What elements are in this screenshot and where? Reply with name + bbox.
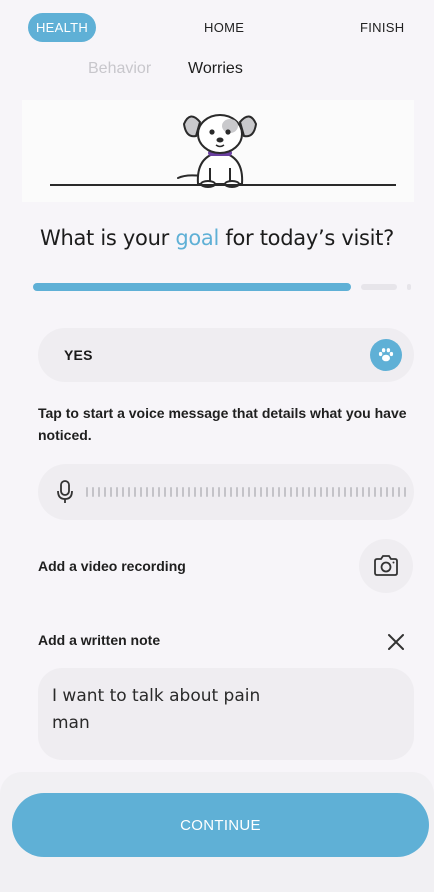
waveform-bar <box>404 487 406 497</box>
waveform-bar <box>170 487 172 497</box>
waveform-bar <box>98 487 100 497</box>
waveform-bar <box>92 487 94 497</box>
microphone-icon[interactable] <box>56 480 74 504</box>
paw-icon[interactable] <box>370 339 402 371</box>
waveform-bar <box>290 487 292 497</box>
note-textarea[interactable]: I want to talk about pain man <box>38 668 414 760</box>
waveform-bar <box>134 487 136 497</box>
waveform-bar <box>350 487 352 497</box>
camera-button[interactable] <box>359 539 413 593</box>
progress-fill <box>33 283 351 291</box>
progress-segment <box>407 284 411 290</box>
waveform-bar <box>194 487 196 497</box>
waveform-bar <box>188 487 190 497</box>
waveform-bar <box>230 487 232 497</box>
waveform-bar <box>146 487 148 497</box>
waveform-bar <box>308 487 310 497</box>
waveform-bar <box>362 487 364 497</box>
waveform-bar <box>260 487 262 497</box>
subtab-behavior[interactable]: Behavior <box>88 60 151 78</box>
camera-icon <box>374 555 398 576</box>
waveform-bar <box>368 487 370 497</box>
subtab-worries[interactable]: Worries <box>188 60 243 78</box>
voice-recorder[interactable] <box>38 464 414 520</box>
waveform-bar <box>164 487 166 497</box>
voice-instructions: Tap to start a voice message that detail… <box>38 405 407 443</box>
progress-segment <box>361 284 397 290</box>
waveform-bar <box>116 487 118 497</box>
waveform-bar <box>242 487 244 497</box>
tab-home[interactable]: HOME <box>204 20 244 35</box>
top-navigation: HEALTH HOME FINISH <box>0 0 434 56</box>
waveform-bar <box>272 487 274 497</box>
waveform-bar <box>206 487 208 497</box>
waveform-bar <box>296 487 298 497</box>
waveform-bar <box>218 487 220 497</box>
waveform-bar <box>152 487 154 497</box>
continue-button[interactable]: CONTINUE <box>12 793 429 857</box>
answer-value: YES <box>64 347 93 363</box>
waveform-bar <box>380 487 382 497</box>
note-label: Add a written note <box>38 632 161 648</box>
ground-line <box>50 184 396 186</box>
waveform-bar <box>122 487 124 497</box>
waveform-bar <box>140 487 142 497</box>
waveform-bar <box>266 487 268 497</box>
waveform-bar <box>224 487 226 497</box>
hero-illustration <box>22 100 414 202</box>
waveform-bar <box>332 487 334 497</box>
waveform-bar <box>392 487 394 497</box>
waveform <box>86 485 406 499</box>
dog-icon <box>177 114 258 188</box>
waveform-bar <box>278 487 280 497</box>
waveform-bar <box>182 487 184 497</box>
tab-finish[interactable]: FINISH <box>360 20 404 35</box>
waveform-bar <box>386 487 388 497</box>
waveform-bar <box>158 487 160 497</box>
waveform-bar <box>302 487 304 497</box>
waveform-bar <box>236 487 238 497</box>
waveform-bar <box>398 487 400 497</box>
question-highlight: goal <box>175 226 220 250</box>
waveform-bar <box>200 487 202 497</box>
progress-bar <box>33 283 411 291</box>
waveform-bar <box>86 487 88 497</box>
waveform-bar <box>128 487 130 497</box>
waveform-bar <box>314 487 316 497</box>
waveform-bar <box>344 487 346 497</box>
waveform-bar <box>254 487 256 497</box>
waveform-bar <box>248 487 250 497</box>
close-icon[interactable] <box>384 630 408 654</box>
waveform-bar <box>104 487 106 497</box>
waveform-bar <box>356 487 358 497</box>
waveform-bar <box>326 487 328 497</box>
waveform-bar <box>284 487 286 497</box>
waveform-bar <box>320 487 322 497</box>
waveform-bar <box>374 487 376 497</box>
answer-select[interactable]: YES <box>38 328 414 382</box>
video-label: Add a video recording <box>38 558 186 574</box>
waveform-bar <box>176 487 178 497</box>
tab-health[interactable]: HEALTH <box>28 13 96 42</box>
waveform-bar <box>212 487 214 497</box>
waveform-bar <box>110 487 112 497</box>
question-title: What is your goal for today’s visit? <box>40 226 394 250</box>
waveform-bar <box>338 487 340 497</box>
